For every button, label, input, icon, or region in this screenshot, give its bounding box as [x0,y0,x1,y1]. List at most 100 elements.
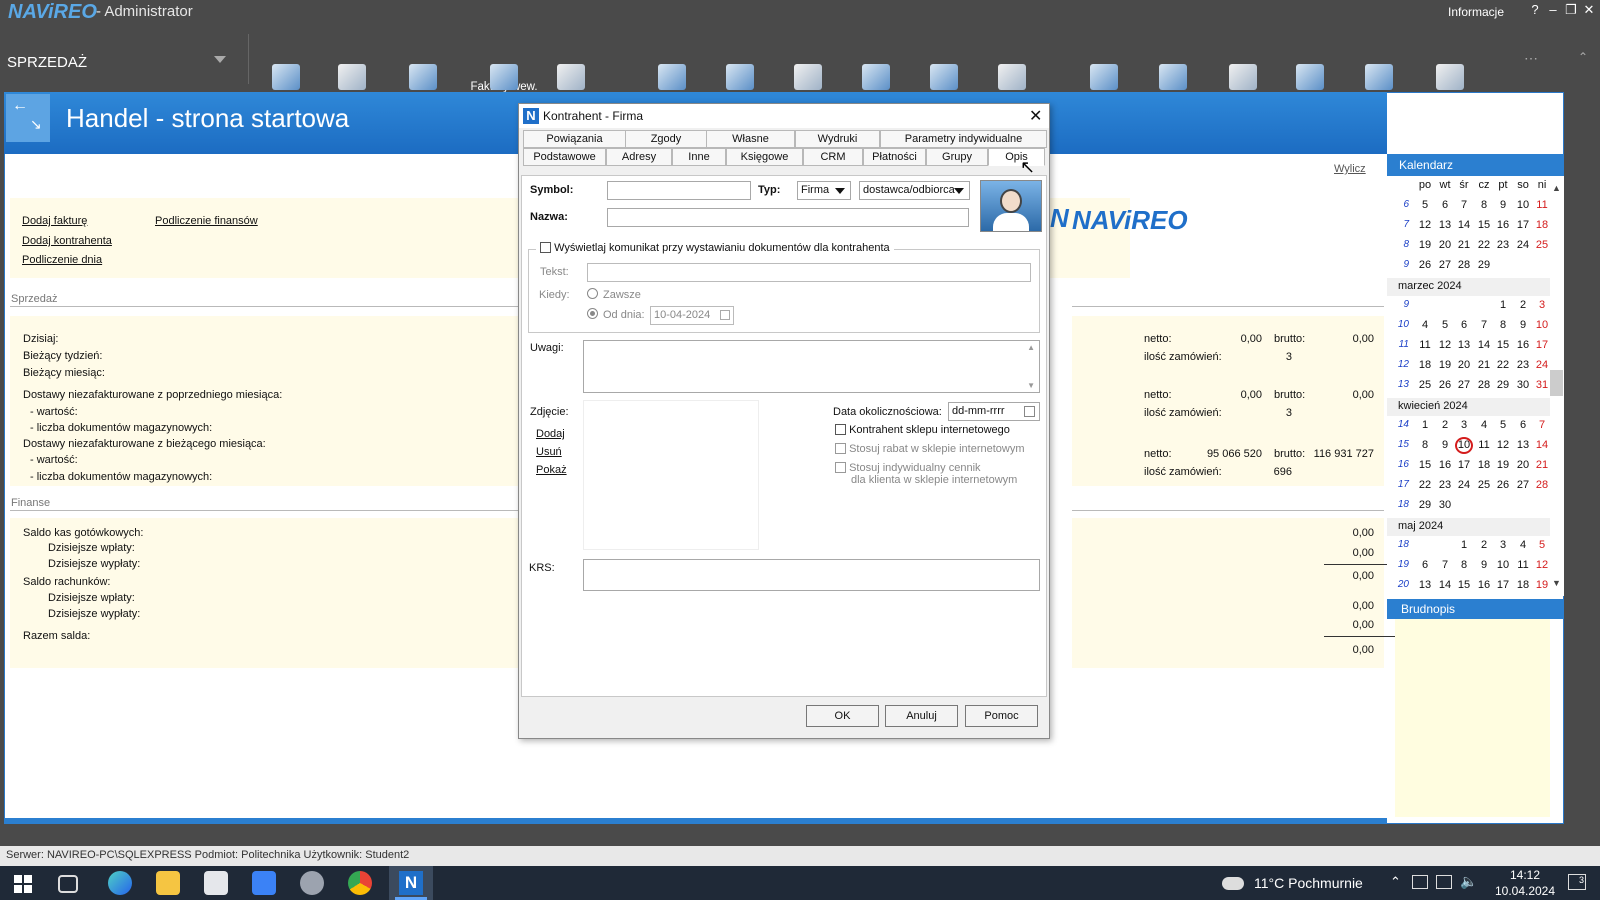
calendar-day[interactable]: 7 [1475,319,1493,331]
type-select[interactable]: Firma [797,181,851,200]
wylicz-link[interactable]: Wylicz [1334,163,1366,175]
cancel-button[interactable]: Anuluj [885,705,958,727]
calendar-day[interactable]: 13 [1436,219,1454,231]
tab-1[interactable]: Zgody [625,130,707,148]
calendar-day[interactable]: 16 [1436,459,1454,471]
calendar-day[interactable]: 15 [1416,459,1434,471]
calendar-day[interactable]: 2 [1436,419,1454,431]
calendar-day[interactable]: 30 [1436,499,1454,511]
notes-header[interactable]: Brudnopis [1387,599,1564,619]
calendar-day[interactable]: 3 [1533,299,1551,311]
edge-icon[interactable] [108,871,132,895]
add-contractor-link[interactable]: Dodaj kontrahenta [22,235,112,247]
calendar-day[interactable]: 10 [1494,559,1512,571]
calendar-day[interactable]: 21 [1533,459,1551,471]
message-text-input[interactable] [587,263,1031,282]
help-button[interactable]: Pomoc [965,705,1038,727]
calendar-day[interactable]: 12 [1416,219,1434,231]
calendar-day[interactable]: 15 [1475,219,1493,231]
calendar-day[interactable]: 28 [1475,379,1493,391]
tab-b2[interactable]: Inne [672,148,726,166]
calendar-day[interactable]: 5 [1416,199,1434,211]
chevron-up-icon[interactable]: ⌃ [1390,874,1401,890]
calendar-day[interactable]: 6 [1416,559,1434,571]
volume-icon[interactable]: 🔈 [1460,873,1477,890]
calendar-day[interactable]: 14 [1455,219,1473,231]
tab-4[interactable]: Parametry indywidualne [880,130,1047,148]
weather-icon[interactable] [1222,877,1244,890]
scroll-up-icon[interactable]: ▲ [1027,343,1035,352]
symbol-input[interactable] [607,181,751,200]
calendar-day[interactable]: 9 [1475,559,1493,571]
navireo-taskbar-button[interactable]: N [389,866,433,900]
add-invoice-link[interactable]: Dodaj fakturę [22,215,87,227]
calendar-day[interactable]: 23 [1436,479,1454,491]
calendar-day[interactable]: 8 [1416,439,1434,451]
checkbox[interactable] [540,242,551,253]
calendar-day[interactable]: 20 [1436,239,1454,251]
day-summary-link[interactable]: Podliczenie dnia [22,254,102,266]
role-select[interactable]: dostawca/odbiorca [859,181,970,200]
calendar-day[interactable]: 17 [1514,219,1532,231]
calendar-day[interactable]: 22 [1494,359,1512,371]
calendar-day[interactable]: 6 [1514,419,1532,431]
calendar-day[interactable]: 11 [1514,559,1532,571]
tab-b1[interactable]: Adresy [606,148,672,166]
network-icon[interactable] [1436,875,1452,889]
notes-textarea[interactable]: ▲ ▼ [583,340,1040,393]
calendar-day[interactable]: 1 [1455,539,1473,551]
calendar-day[interactable]: 24 [1514,239,1532,251]
calendar-day[interactable]: 9 [1494,199,1512,211]
calendar-day[interactable]: 7 [1533,419,1551,431]
more-icon[interactable]: ⋯ [1524,50,1538,67]
calendar-day[interactable]: 2 [1475,539,1493,551]
calendar-day[interactable]: 30 [1514,379,1532,391]
scroll-up-icon[interactable]: ▲ [1552,183,1561,193]
close-button[interactable]: ✕ [1580,2,1598,18]
calendar-day[interactable]: 11 [1533,199,1551,211]
tab-2[interactable]: Własne [706,130,795,148]
from-date-input[interactable]: 10-04-2024 [650,306,734,325]
checkbox[interactable] [835,462,846,473]
calendar-day[interactable]: 6 [1436,199,1454,211]
calendar-day[interactable]: 4 [1475,419,1493,431]
calendar-day[interactable]: 17 [1455,459,1473,471]
tab-b3[interactable]: Księgowe [726,148,803,166]
calendar-day[interactable]: 31 [1533,379,1551,391]
calendar-day[interactable]: 27 [1436,259,1454,271]
tray-icon[interactable] [1412,875,1428,889]
calendar-day[interactable]: 21 [1455,239,1473,251]
collapse-ribbon-icon[interactable]: ⌃ [1578,50,1588,64]
tab-3[interactable]: Wydruki [795,130,880,148]
mail-icon[interactable] [252,871,276,895]
shop-pricelist-checkbox[interactable]: Stosuj indywidualny cennik [835,462,981,474]
calendar-day[interactable]: 1 [1416,419,1434,431]
calendar-day[interactable]: 7 [1455,199,1473,211]
scroll-down-icon[interactable]: ▼ [1552,578,1561,588]
calendar-day[interactable]: 18 [1416,359,1434,371]
info-button[interactable]: Informacje [1448,5,1504,19]
calendar-scrollbar-thumb[interactable] [1550,370,1563,396]
calendar-day[interactable]: 16 [1475,579,1493,591]
minimize-button[interactable]: – [1544,2,1562,17]
notes-area[interactable] [1395,619,1550,817]
calendar-day[interactable]: 16 [1494,219,1512,231]
tab-b6[interactable]: Grupy [926,148,988,166]
notifications-icon[interactable]: 3 [1568,874,1586,890]
calendar-day[interactable]: 5 [1494,419,1512,431]
calendar-day[interactable]: 20 [1455,359,1473,371]
calendar-day[interactable]: 14 [1475,339,1493,351]
from-date-radio[interactable] [587,308,598,319]
back-icon[interactable]: ← ↘ [6,94,50,142]
calendar-day[interactable]: 14 [1436,579,1454,591]
calendar-day[interactable]: 13 [1416,579,1434,591]
calendar-day[interactable]: 25 [1416,379,1434,391]
tab-0[interactable]: Powiązania [523,130,626,148]
calendar-day[interactable]: 8 [1455,559,1473,571]
file-explorer-icon[interactable] [156,871,180,895]
always-radio[interactable] [587,288,598,299]
checkbox[interactable] [835,443,846,454]
clock-date[interactable]: 10.04.2024 [1490,884,1560,898]
calendar-day[interactable]: 19 [1494,459,1512,471]
app-icon[interactable] [300,871,324,895]
